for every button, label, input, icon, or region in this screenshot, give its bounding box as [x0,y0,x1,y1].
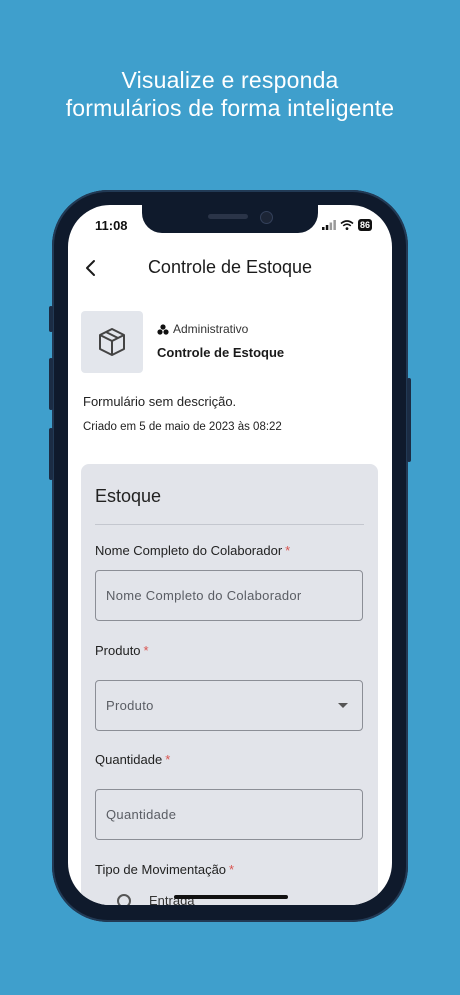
box-icon [99,328,125,356]
wifi-icon [340,220,354,230]
phone-notch [142,205,318,233]
form-created-date: Criado em 5 de maio de 2023 às 08:22 [83,421,282,433]
form-description: Formulário sem descrição. [83,394,237,409]
field-label-produto: Produto * [95,643,149,658]
required-marker: * [143,643,149,658]
signal-icon [321,220,336,230]
field-label-nome-text: Nome Completo do Colaborador [95,543,283,558]
phone-mute-switch [49,306,53,332]
field-label-quantidade-text: Quantidade [95,752,163,767]
quantidade-placeholder: Quantidade [106,807,177,822]
owner-label: Administrativo [173,322,249,336]
promo-headline-line1: Visualize e responda [121,67,339,93]
home-indicator [174,895,288,899]
produto-dropdown[interactable]: Produto [95,680,363,731]
field-label-quantidade: Quantidade * [95,752,170,767]
page-title: Controle de Estoque [147,257,313,277]
field-label-tipo-text: Tipo de Movimentação [95,862,227,877]
status-icons: 86 [321,219,372,231]
field-label-nome: Nome Completo do Colaborador * [95,543,290,558]
required-marker: * [285,543,291,558]
phone-volume-up-button [49,358,53,410]
required-marker: * [165,752,171,767]
phone-volume-down-button [49,428,53,480]
quantidade-input[interactable]: Quantidade [95,789,363,840]
field-label-tipo-movimentacao: Tipo de Movimentação * [95,862,234,877]
section-title: Estoque [95,486,162,506]
form-name: Controle de Estoque [157,345,285,360]
form-icon-tile [81,311,143,373]
phone-power-button [407,378,411,462]
nome-colaborador-input[interactable]: Nome Completo do Colaborador [95,570,363,621]
phone-screen: 11:08 86 Controle de Estoque Administrat… [68,205,392,905]
produto-placeholder: Produto [106,698,154,713]
front-camera [260,211,273,224]
battery-indicator: 86 [357,219,372,231]
required-marker: * [229,862,235,877]
status-time: 11:08 [95,218,128,233]
promo-headline-line2: formulários de forma inteligente [65,95,395,121]
field-label-produto-text: Produto [95,643,141,658]
radio-button[interactable] [117,893,131,905]
dropdown-arrow-icon [338,703,348,708]
promo-headline: Visualize e responda formulários de form… [0,66,460,122]
section-card: Estoque Nome Completo do Colaborador * No… [81,464,378,905]
app-bar: Controle de Estoque [68,255,392,281]
speaker-grille [208,214,248,219]
group-icon [157,323,169,335]
form-owner: Administrativo [157,322,248,336]
section-divider [95,524,364,525]
nome-colaborador-placeholder: Nome Completo do Colaborador [106,588,302,603]
